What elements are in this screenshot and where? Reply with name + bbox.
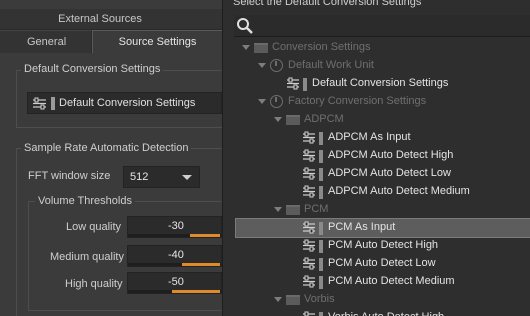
color-bar [319, 132, 323, 145]
tree-item[interactable]: Conversion Settings [236, 39, 530, 57]
fft-window-select[interactable]: 512 [123, 166, 200, 188]
search-icon [237, 18, 253, 34]
tree-item-label: Default Conversion Settings [312, 77, 449, 89]
slider-fill [190, 234, 220, 237]
tree-item[interactable]: PCM [236, 201, 530, 219]
color-bar [319, 258, 323, 271]
tree-item-label: Conversion Settings [272, 41, 371, 53]
tree-item[interactable]: ADPCM As Input [236, 129, 530, 147]
tree-item-label: PCM Auto Detect Low [328, 257, 436, 269]
tree-item[interactable]: Default Conversion Settings [236, 75, 530, 93]
color-bar [319, 186, 323, 199]
tab-external-sources[interactable]: External Sources [0, 13, 200, 25]
conversion-settings-dialog: Select the Default Conversion Settings C… [222, 0, 530, 316]
folder-icon [286, 115, 300, 125]
tree-item-label: Default Work Unit [288, 59, 374, 71]
tree-item-label: Vorbis [304, 293, 335, 305]
color-bar [319, 168, 323, 181]
tab-row-external: External Sources [0, 9, 222, 30]
conversion-settings-icon [302, 149, 316, 165]
sample-rate-group-title: Sample Rate Automatic Detection [21, 142, 192, 154]
conversion-settings-icon [302, 239, 316, 255]
slider-fill [182, 263, 220, 266]
color-bar [319, 240, 323, 253]
tree-item-label: PCM Auto Detect Medium [328, 275, 455, 287]
tree-item[interactable]: Vorbis [236, 291, 530, 309]
expand-arrow-icon[interactable] [274, 297, 282, 302]
color-bar [303, 78, 307, 91]
tree-item[interactable]: Vorbis Auto Detect High [236, 309, 530, 316]
tree-item[interactable]: ADPCM Auto Detect High [236, 147, 530, 165]
color-bar [319, 312, 323, 316]
high-quality-value: -50 [168, 276, 184, 288]
conversion-settings-icon [302, 275, 316, 291]
tree-item-label: PCM [304, 203, 329, 215]
tree-item-label: ADPCM [304, 113, 344, 125]
expand-arrow-icon[interactable] [274, 207, 282, 212]
high-quality-slider[interactable]: -50 [127, 272, 222, 294]
low-quality-slider[interactable]: -30 [127, 216, 222, 238]
conversion-color-bar [51, 97, 55, 110]
color-bar [319, 222, 323, 235]
fft-window-value: 512 [130, 171, 149, 183]
tree-item[interactable]: PCM Auto Detect Medium [236, 273, 530, 291]
tree-item-label: PCM Auto Detect High [328, 239, 439, 251]
conversion-settings-icon [33, 97, 46, 110]
expand-arrow-icon[interactable] [242, 45, 250, 50]
tree-item-label: PCM As Input [328, 221, 396, 233]
color-bar [319, 276, 323, 289]
conversion-settings-icon [302, 185, 316, 201]
color-bar [319, 150, 323, 163]
volume-thresholds-title: Volume Thresholds [35, 195, 135, 207]
conversion-settings-icon [302, 167, 316, 183]
tree-item[interactable]: PCM Auto Detect High [236, 237, 530, 255]
medium-quality-value: -40 [168, 249, 184, 261]
tab-row-main: General Source Settings [0, 30, 222, 53]
low-quality-label: Low quality [66, 221, 122, 233]
dialog-title: Select the Default Conversion Settings [233, 0, 422, 8]
tab-source-settings[interactable]: Source Settings [92, 30, 222, 53]
slider-fill [172, 290, 220, 293]
medium-quality-slider[interactable]: -40 [127, 245, 222, 267]
expand-arrow-icon[interactable] [274, 117, 282, 122]
conversion-settings-icon [302, 311, 316, 316]
tree-item[interactable]: ADPCM Auto Detect Medium [236, 183, 530, 201]
tree-item-label: ADPCM As Input [328, 131, 411, 143]
tree-item[interactable]: ADPCM [236, 111, 530, 129]
work-unit-icon [270, 59, 283, 72]
tree-item-label: ADPCM Auto Detect Medium [328, 185, 470, 197]
tree-item-label: ADPCM Auto Detect Low [328, 167, 451, 179]
high-quality-label: High quality [65, 278, 123, 290]
folder-icon [254, 43, 268, 53]
search-field[interactable] [234, 15, 530, 37]
conversion-settings-icon [302, 221, 316, 237]
source-settings-panel: External Sources General Source Settings… [0, 0, 222, 316]
tree-item[interactable]: Default Work Unit [236, 57, 530, 75]
default-conversion-group-title: Default Conversion Settings [21, 63, 164, 75]
chevron-down-icon [182, 175, 192, 180]
folder-icon [286, 295, 300, 305]
tab-general[interactable]: General [0, 30, 92, 53]
conversion-settings-icon [302, 257, 316, 273]
work-unit-icon [270, 95, 283, 108]
medium-quality-label: Medium quality [50, 251, 124, 263]
tree-item[interactable]: PCM Auto Detect Low [236, 255, 530, 273]
low-quality-value: -30 [168, 220, 184, 232]
conversion-settings-icon [286, 77, 300, 93]
folder-icon [286, 205, 300, 215]
tree-item[interactable]: Factory Conversion Settings [236, 93, 530, 111]
expand-arrow-icon[interactable] [258, 63, 266, 68]
fft-window-label: FFT window size [28, 170, 111, 182]
expand-arrow-icon[interactable] [258, 99, 266, 104]
tree-item-label: ADPCM Auto Detect High [328, 149, 454, 161]
tree-item[interactable]: PCM As Input [235, 218, 530, 238]
tree-item[interactable]: ADPCM Auto Detect Low [236, 165, 530, 183]
tree-item-label: Factory Conversion Settings [288, 95, 427, 107]
tree-item-label: Vorbis Auto Detect High [328, 311, 444, 316]
default-conversion-field[interactable]: Default Conversion Settings [27, 92, 222, 114]
default-conversion-value: Default Conversion Settings [59, 97, 196, 109]
conversion-settings-icon [302, 131, 316, 147]
